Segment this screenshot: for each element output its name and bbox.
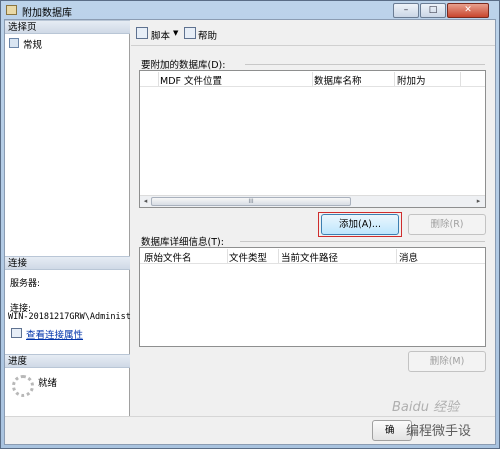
help-button[interactable]: 帮助 — [198, 28, 217, 42]
group-divider — [245, 64, 485, 65]
scroll-right-icon[interactable]: ▸ — [473, 196, 484, 207]
connection-header: 连接 — [5, 256, 130, 270]
database-icon — [6, 5, 17, 15]
server-label: 服务器: — [10, 279, 41, 289]
column-separator — [394, 72, 395, 86]
add-button[interactable]: 添加(A)... — [321, 214, 399, 235]
watermark-text: 编程微手设 — [406, 424, 472, 439]
column-separator — [278, 249, 279, 263]
scroll-thumb[interactable]: III — [151, 197, 351, 206]
column-header-mdf-location[interactable]: MDF 文件位置 — [160, 73, 222, 87]
column-separator — [396, 249, 397, 263]
brand-watermark: Baidu 经验 — [392, 400, 460, 415]
script-dropdown-icon[interactable]: ▼ — [173, 29, 178, 37]
column-separator — [312, 72, 313, 86]
column-separator — [227, 249, 228, 263]
remove-button[interactable]: 删除(R) — [408, 214, 486, 235]
select-page-header: 选择页 — [5, 20, 130, 34]
attach-databases-grid[interactable]: MDF 文件位置 数据库名称 附加为 ◂ III ▸ — [139, 70, 486, 208]
column-separator — [158, 72, 159, 86]
scroll-left-icon[interactable]: ◂ — [140, 196, 151, 207]
progress-header: 进度 — [5, 354, 130, 368]
properties-icon — [11, 328, 22, 338]
maximize-button[interactable]: □ — [420, 3, 446, 18]
status-text: 就绪 — [38, 378, 58, 389]
page-item-general[interactable]: 常规 — [23, 37, 42, 51]
page-icon — [9, 38, 19, 48]
details-grid-header: 原始文件名 文件类型 当前文件路径 消息 — [140, 248, 485, 264]
script-button[interactable]: 脚本 — [151, 28, 170, 42]
minimize-button[interactable]: – — [393, 3, 419, 18]
attach-databases-label: 要附加的数据库(D): — [141, 60, 226, 71]
column-header-current-path[interactable]: 当前文件路径 — [281, 250, 338, 264]
help-icon — [184, 27, 196, 39]
column-header-attach-as[interactable]: 附加为 — [397, 73, 426, 87]
close-button[interactable]: ✕ — [447, 3, 489, 18]
connection-value: WIN-20181217GRW\Administrat — [8, 312, 147, 322]
column-separator — [460, 72, 461, 86]
database-details-label: 数据库详细信息(T): — [141, 237, 224, 248]
group-divider — [240, 241, 485, 242]
column-header-database-name[interactable]: 数据库名称 — [314, 73, 362, 87]
view-connection-properties-link[interactable]: 查看连接属性 — [26, 327, 83, 341]
attach-grid-header: MDF 文件位置 数据库名称 附加为 — [140, 71, 485, 87]
column-header-message[interactable]: 消息 — [399, 250, 418, 264]
horizontal-scrollbar[interactable]: ◂ III ▸ — [140, 195, 485, 207]
database-details-grid[interactable]: 原始文件名 文件类型 当前文件路径 消息 — [139, 247, 486, 347]
window-title: 附加数据库 — [22, 8, 72, 19]
column-header-original-filename[interactable]: 原始文件名 — [144, 250, 192, 264]
remove-detail-button[interactable]: 删除(M) — [408, 351, 486, 372]
title-bar[interactable]: 附加数据库 – □ ✕ — [1, 1, 499, 19]
progress-spinner-icon — [12, 375, 34, 397]
script-icon — [136, 27, 148, 39]
column-header-file-type[interactable]: 文件类型 — [229, 250, 267, 264]
